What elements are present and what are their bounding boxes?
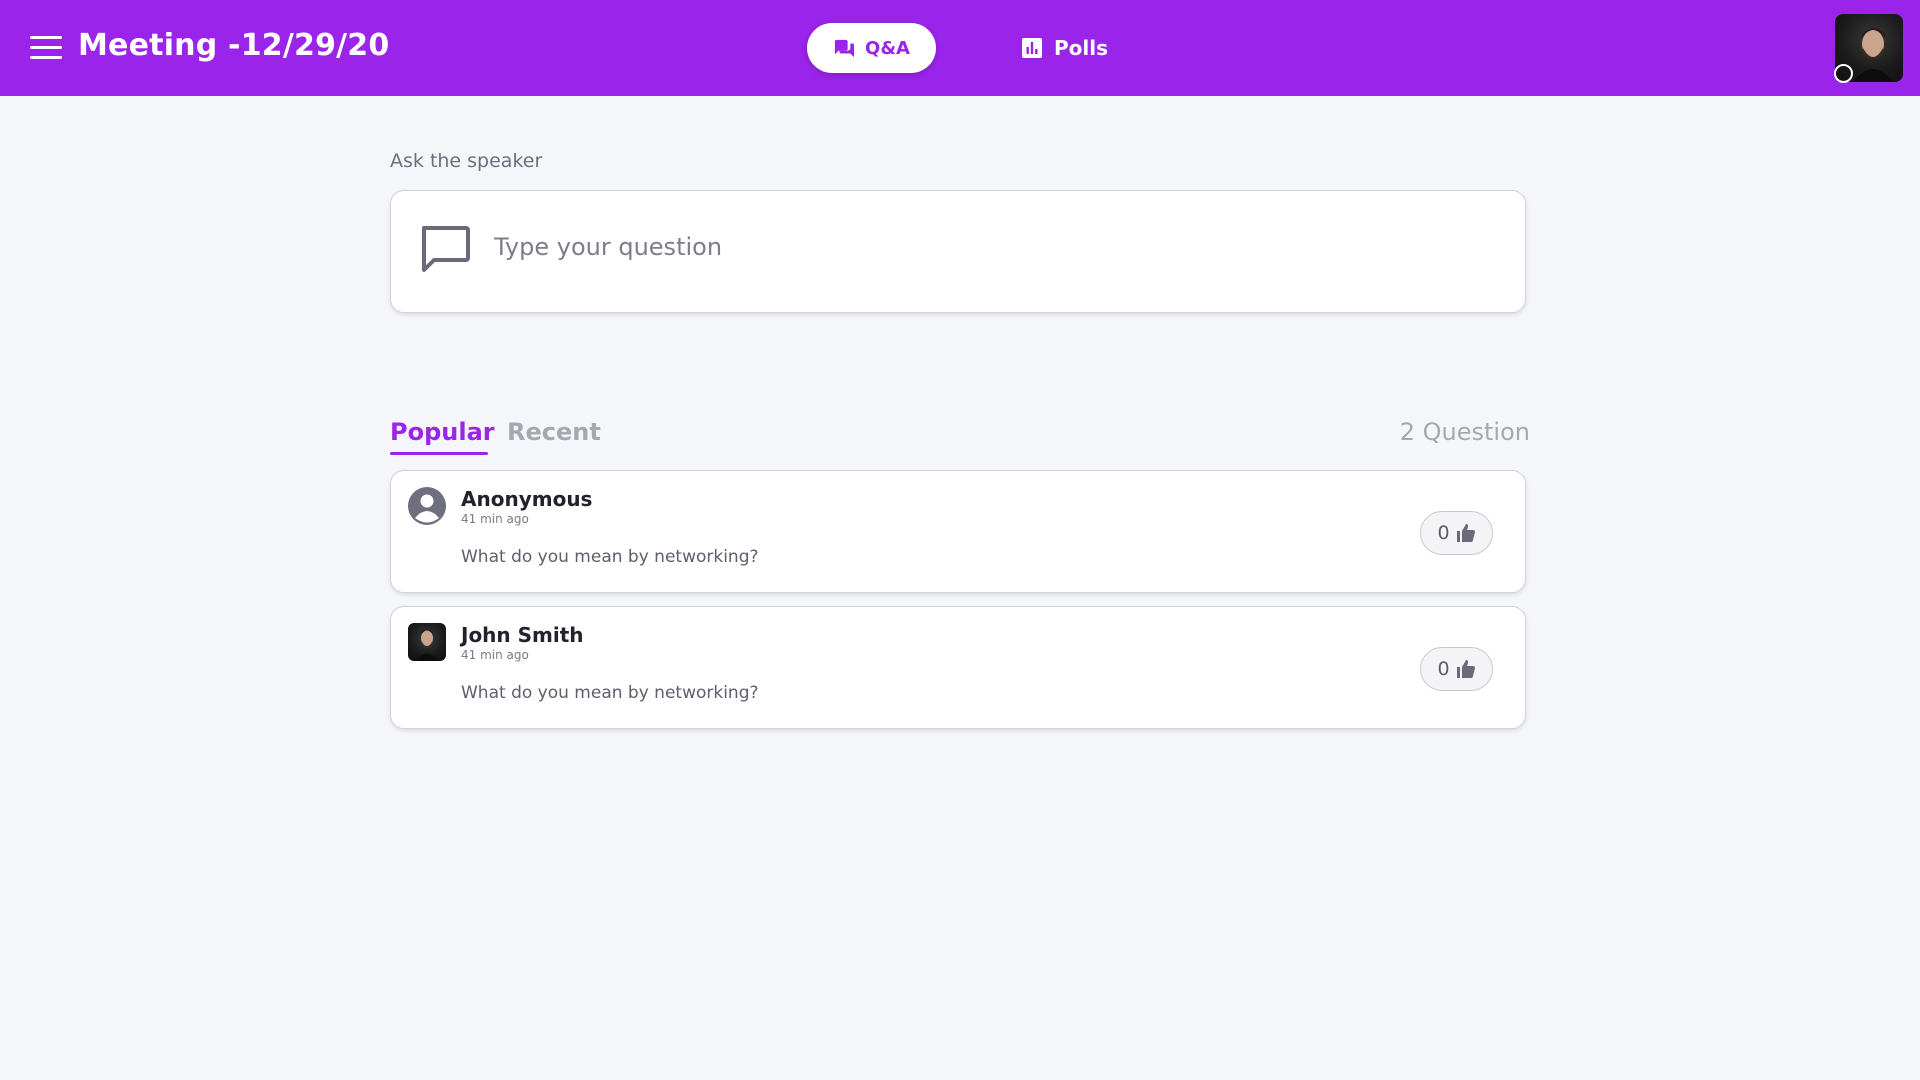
person-icon [408, 487, 446, 525]
question-author: John Smith [461, 623, 584, 647]
tab-polls[interactable]: Polls [1022, 23, 1142, 73]
question-author: Anonymous [461, 487, 593, 511]
tab-popular[interactable]: Popular [390, 418, 495, 446]
thumbs-up-icon [1456, 524, 1475, 542]
like-count: 0 [1437, 658, 1450, 680]
ask-label: Ask the speaker [390, 150, 543, 172]
ask-question-box[interactable] [390, 190, 1526, 313]
forum-icon [834, 39, 855, 58]
question-time: 41 min ago [461, 512, 529, 526]
question-count: 2 Question [1399, 418, 1530, 446]
question-card: Anonymous 41 min ago What do you mean by… [390, 470, 1526, 593]
tab-qa[interactable]: Q&A [807, 23, 936, 73]
tab-recent[interactable]: Recent [507, 418, 601, 446]
like-button[interactable]: 0 [1420, 511, 1493, 555]
tab-polls-label: Polls [1054, 36, 1109, 60]
top-bar: Meeting -12/29/20 Q&A Polls [0, 0, 1920, 96]
poll-icon [1022, 38, 1042, 58]
like-button[interactable]: 0 [1420, 647, 1493, 691]
active-tab-underline [390, 452, 488, 455]
hamburger-menu-icon[interactable] [30, 33, 64, 63]
question-text: What do you mean by networking? [461, 547, 759, 567]
question-input[interactable] [494, 221, 1474, 273]
author-avatar [408, 623, 446, 661]
question-card: John Smith 41 min ago What do you mean b… [390, 606, 1526, 729]
like-count: 0 [1437, 522, 1450, 544]
chat-bubble-icon [422, 226, 470, 272]
question-time: 41 min ago [461, 648, 529, 662]
tab-qa-label: Q&A [865, 37, 910, 59]
author-photo [416, 629, 438, 661]
thumbs-up-icon [1456, 660, 1475, 678]
presence-status-indicator [1834, 64, 1853, 83]
page-title: Meeting -12/29/20 [78, 28, 390, 63]
question-text: What do you mean by networking? [461, 683, 759, 703]
